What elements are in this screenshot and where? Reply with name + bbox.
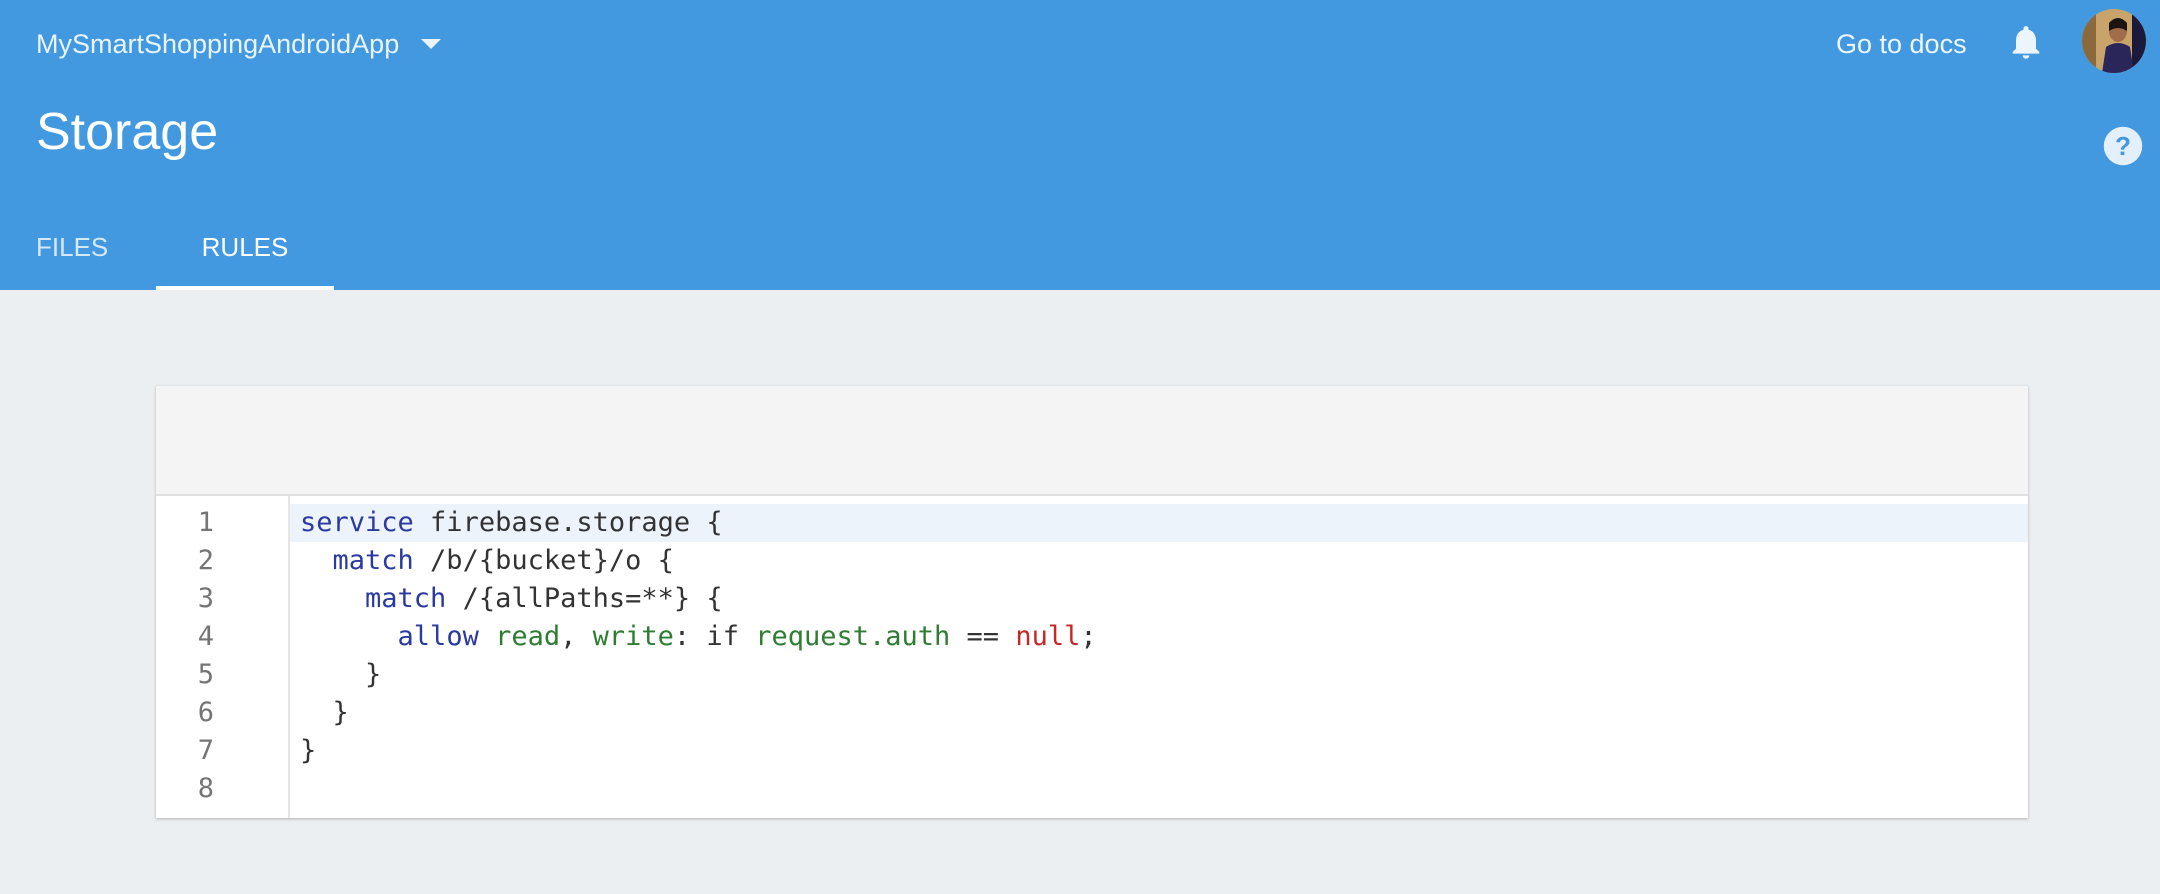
line-number: 7	[197, 735, 214, 766]
code-token: allow	[397, 621, 479, 652]
go-to-docs-link[interactable]: Go to docs	[1836, 22, 1967, 66]
project-name: MySmartShoppingAndroidApp	[36, 28, 400, 59]
code-line[interactable]: match /b/{bucket}/o {	[290, 542, 2028, 580]
line-number: 1	[197, 507, 214, 538]
rules-editor-card: 1 2 3 4 5 6 7 8 service firebase.storage…	[156, 386, 2028, 818]
code-line[interactable]: service firebase.storage {	[290, 504, 2028, 542]
line-number: 4	[197, 621, 214, 652]
code-line[interactable]: match /{allPaths=**} {	[290, 580, 2028, 618]
avatar[interactable]	[2082, 9, 2146, 73]
arrow-drop-down-icon	[421, 39, 442, 49]
tab-files[interactable]: FILES	[36, 222, 108, 290]
code-line[interactable]: allow read, write: if request.auth == nu…	[290, 618, 2028, 656]
bell-icon[interactable]	[2006, 20, 2046, 64]
code-token: ;	[1080, 621, 1097, 652]
code-token: match	[365, 583, 447, 614]
code-token: : if	[673, 621, 756, 652]
line-number: 2	[197, 545, 214, 576]
svg-text:?: ?	[2115, 131, 2131, 161]
code-token: }	[300, 697, 349, 728]
code-token: firebase.storage {	[413, 507, 723, 538]
editor-toolbar	[156, 386, 2028, 496]
project-selector[interactable]: MySmartShoppingAndroidApp	[36, 24, 442, 64]
code-line[interactable]: }	[290, 694, 2028, 732]
line-number: 6	[197, 697, 214, 728]
code-token: }	[300, 659, 382, 690]
code-area[interactable]: service firebase.storage { match /b/{buc…	[290, 496, 2028, 818]
code-token: read	[495, 621, 561, 652]
code-token: null	[1015, 621, 1081, 652]
tab-rules[interactable]: RULES	[156, 222, 334, 290]
code-token: ,	[560, 621, 593, 652]
code-line[interactable]	[290, 770, 2028, 808]
code-token: /b/{bucket}/o {	[413, 545, 674, 576]
code-token: write	[592, 621, 674, 652]
page-title: Storage	[36, 103, 219, 161]
app-header: MySmartShoppingAndroidApp Go to docs Sto…	[0, 0, 2160, 290]
line-number: 3	[197, 583, 214, 614]
help-icon[interactable]: ?	[2102, 125, 2144, 167]
line-number-gutter: 1 2 3 4 5 6 7 8	[156, 496, 290, 818]
code-token: }	[300, 735, 317, 766]
code-token: /{allPaths=**} {	[446, 583, 723, 614]
code-token: match	[332, 545, 414, 576]
code-token: request.auth	[755, 621, 951, 652]
line-number: 5	[197, 659, 214, 690]
rules-code-editor: 1 2 3 4 5 6 7 8 service firebase.storage…	[156, 496, 2028, 818]
code-line[interactable]: }	[290, 732, 2028, 770]
code-token: ==	[950, 621, 1016, 652]
code-token: service	[300, 507, 414, 538]
code-line[interactable]: }	[290, 656, 2028, 694]
line-number: 8	[197, 773, 214, 804]
